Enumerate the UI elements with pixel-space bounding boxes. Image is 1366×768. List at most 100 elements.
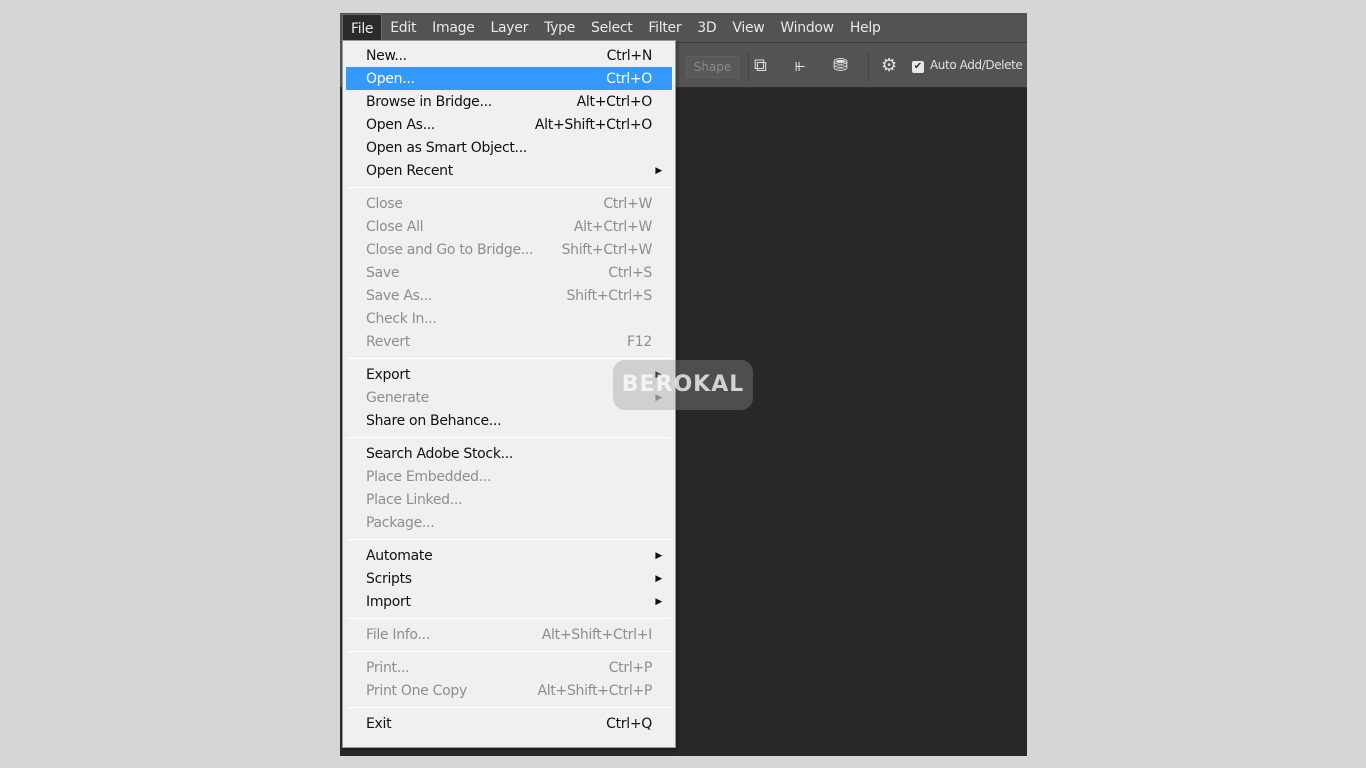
- gear-icon[interactable]: ⚙: [881, 56, 897, 76]
- menu-separator: [347, 534, 671, 544]
- menu-item-shortcut: Ctrl+W: [603, 195, 652, 212]
- menu-separator: [347, 646, 671, 656]
- menu-item-search-adobe-stock[interactable]: Search Adobe Stock...: [346, 442, 672, 465]
- menu-item-package[interactable]: Package...: [346, 511, 672, 534]
- menu-item-close[interactable]: Close Ctrl+W: [346, 192, 672, 215]
- menu-item-shortcut: Alt+Ctrl+W: [573, 218, 652, 235]
- menu-help[interactable]: Help: [842, 14, 889, 42]
- menu-filter[interactable]: Filter: [640, 14, 689, 42]
- menubar: File Edit Image Layer Type Select Filter 3D View…: [340, 13, 1027, 43]
- menu-item-label: New...: [366, 47, 407, 64]
- menu-separator: [347, 182, 671, 192]
- menu-item-label: Place Linked...: [366, 491, 463, 508]
- path-alignment-icon[interactable]: ⫦: [795, 56, 805, 76]
- divider: [347, 357, 671, 359]
- divider: [868, 53, 869, 81]
- menu-item-open-as[interactable]: Open As... Alt+Shift+Ctrl+O: [346, 113, 672, 136]
- menu-item-label: Scripts: [366, 570, 412, 587]
- menu-item-label: Browse in Bridge...: [366, 93, 492, 110]
- menu-type[interactable]: Type: [536, 14, 583, 42]
- menu-item-open-recent[interactable]: Open Recent ▶: [346, 159, 672, 182]
- menu-item-new[interactable]: New... Ctrl+N: [346, 44, 672, 67]
- path-operations-icon[interactable]: ⧉: [754, 56, 767, 76]
- menu-item-label: Package...: [366, 514, 435, 531]
- menu-window[interactable]: Window: [772, 14, 841, 42]
- menu-item-shortcut: F12: [627, 333, 652, 350]
- menu-item-label: Import: [366, 593, 411, 610]
- menu-item-label: Print...: [366, 659, 410, 676]
- submenu-arrow-icon: ▶: [655, 165, 662, 176]
- menu-view[interactable]: View: [724, 14, 772, 42]
- divider: [347, 538, 671, 540]
- menu-item-close-all[interactable]: Close All Alt+Ctrl+W: [346, 215, 672, 238]
- menu-file[interactable]: File: [342, 13, 383, 42]
- menu-item-label: Close: [366, 195, 403, 212]
- menu-item-print-one-copy[interactable]: Print One Copy Alt+Shift+Ctrl+P: [346, 679, 672, 702]
- menu-item-label: Check In...: [366, 310, 437, 327]
- menu-item-label: Share on Behance...: [366, 412, 502, 429]
- divider: [347, 617, 671, 619]
- submenu-arrow-icon: ▶: [655, 550, 662, 561]
- submenu-arrow-icon: ▶: [655, 596, 662, 607]
- menu-item-import[interactable]: Import ▶: [346, 590, 672, 613]
- menu-item-share-on-behance[interactable]: Share on Behance...: [346, 409, 672, 432]
- menu-item-label: Open Recent: [366, 162, 453, 179]
- path-arrangement-icon[interactable]: ⛃: [833, 56, 848, 76]
- menu-item-revert[interactable]: Revert F12: [346, 330, 672, 353]
- submenu-arrow-icon: ▶: [655, 573, 662, 584]
- divider: [347, 436, 671, 438]
- menu-item-place-linked[interactable]: Place Linked...: [346, 488, 672, 511]
- divider: [347, 650, 671, 652]
- menu-item-label: Print One Copy: [366, 682, 467, 699]
- menu-item-open-as-smart-object[interactable]: Open as Smart Object...: [346, 136, 672, 159]
- menu-item-print[interactable]: Print... Ctrl+P: [346, 656, 672, 679]
- menu-layer[interactable]: Layer: [483, 14, 537, 42]
- menu-item-open[interactable]: Open... Ctrl+O: [346, 67, 672, 90]
- menu-item-shortcut: Ctrl+Q: [606, 715, 652, 732]
- menu-item-file-info[interactable]: File Info... Alt+Shift+Ctrl+I: [346, 623, 672, 646]
- menu-separator: [347, 613, 671, 623]
- menu-item-label: Save As...: [366, 287, 433, 304]
- menu-item-shortcut: Alt+Shift+Ctrl+P: [537, 682, 652, 699]
- menu-item-shortcut: Shift+Ctrl+S: [566, 287, 653, 304]
- menu-item-label: Revert: [366, 333, 411, 350]
- menu-3d[interactable]: 3D: [689, 14, 724, 42]
- menu-item-save-as[interactable]: Save As... Shift+Ctrl+S: [346, 284, 672, 307]
- menu-separator: [347, 702, 671, 712]
- menu-item-place-embedded[interactable]: Place Embedded...: [346, 465, 672, 488]
- menu-item-label: Close All: [366, 218, 424, 235]
- menu-item-label: Place Embedded...: [366, 468, 492, 485]
- watermark-logo: BEROKAL: [613, 360, 753, 410]
- menu-item-label: Close and Go to Bridge...: [366, 241, 534, 258]
- auto-add-delete-checkbox[interactable]: ✔: [912, 61, 924, 73]
- menu-item-exit[interactable]: Exit Ctrl+Q: [346, 712, 672, 735]
- menu-item-check-in[interactable]: Check In...: [346, 307, 672, 330]
- menu-separator: [347, 432, 671, 442]
- menu-item-shortcut: Ctrl+O: [606, 70, 652, 87]
- shape-button[interactable]: Shape: [686, 56, 739, 78]
- menu-edit[interactable]: Edit: [382, 14, 424, 42]
- menu-item-label: Exit: [366, 715, 392, 732]
- menu-item-label: Generate: [366, 389, 429, 406]
- menu-select[interactable]: Select: [583, 14, 640, 42]
- menu-item-automate[interactable]: Automate ▶: [346, 544, 672, 567]
- menu-item-save[interactable]: Save Ctrl+S: [346, 261, 672, 284]
- menu-item-label: Search Adobe Stock...: [366, 445, 514, 462]
- menu-item-shortcut: Alt+Ctrl+O: [576, 93, 653, 110]
- menu-item-shortcut: Alt+Shift+Ctrl+O: [534, 116, 652, 133]
- menu-item-shortcut: Ctrl+P: [608, 659, 653, 676]
- menu-item-shortcut: Alt+Shift+Ctrl+I: [541, 626, 653, 643]
- menu-item-shortcut: Ctrl+N: [606, 47, 653, 64]
- menu-item-browse-in-bridge[interactable]: Browse in Bridge... Alt+Ctrl+O: [346, 90, 672, 113]
- divider: [347, 706, 671, 708]
- menu-image[interactable]: Image: [424, 14, 482, 42]
- menu-item-label: Save: [366, 264, 400, 281]
- menu-item-label: Open...: [366, 70, 415, 87]
- divider: [347, 186, 671, 188]
- menu-item-label: File Info...: [366, 626, 430, 643]
- menu-item-close-and-go-to-bridge[interactable]: Close and Go to Bridge... Shift+Ctrl+W: [346, 238, 672, 261]
- menu-item-scripts[interactable]: Scripts ▶: [346, 567, 672, 590]
- auto-add-delete-label: Auto Add/Delete: [930, 58, 1023, 72]
- divider: [748, 53, 749, 81]
- menu-item-label: Open As...: [366, 116, 436, 133]
